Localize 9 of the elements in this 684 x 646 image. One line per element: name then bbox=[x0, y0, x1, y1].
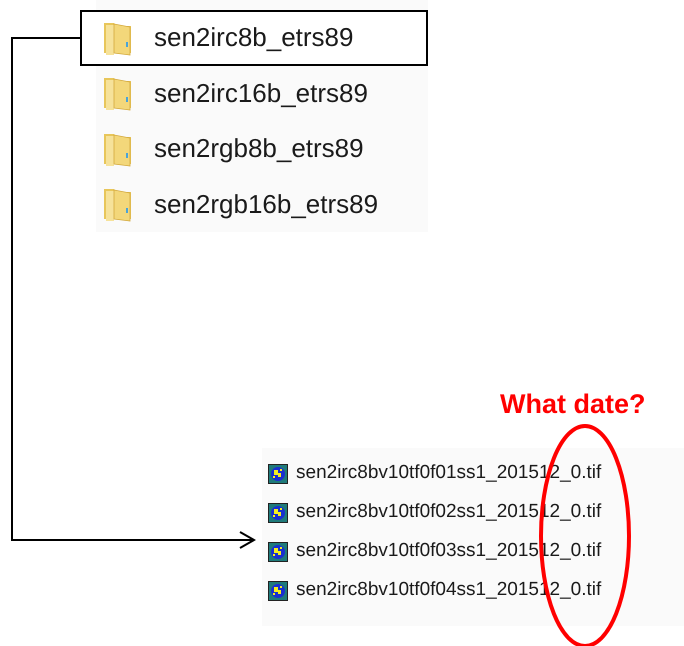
question-label: What date? bbox=[500, 388, 646, 421]
globe-image-icon bbox=[268, 580, 288, 600]
folder-item[interactable]: sen2rgb16b_etrs89 bbox=[96, 176, 428, 232]
folder-item[interactable]: sen2irc8b_etrs89 bbox=[80, 10, 428, 66]
folder-item[interactable]: sen2irc16b_etrs89 bbox=[96, 66, 428, 121]
globe-image-icon bbox=[268, 464, 288, 484]
globe-image-icon bbox=[268, 502, 288, 522]
globe-image-icon bbox=[268, 542, 288, 562]
folder-item[interactable]: sen2rgb8b_etrs89 bbox=[96, 121, 428, 176]
